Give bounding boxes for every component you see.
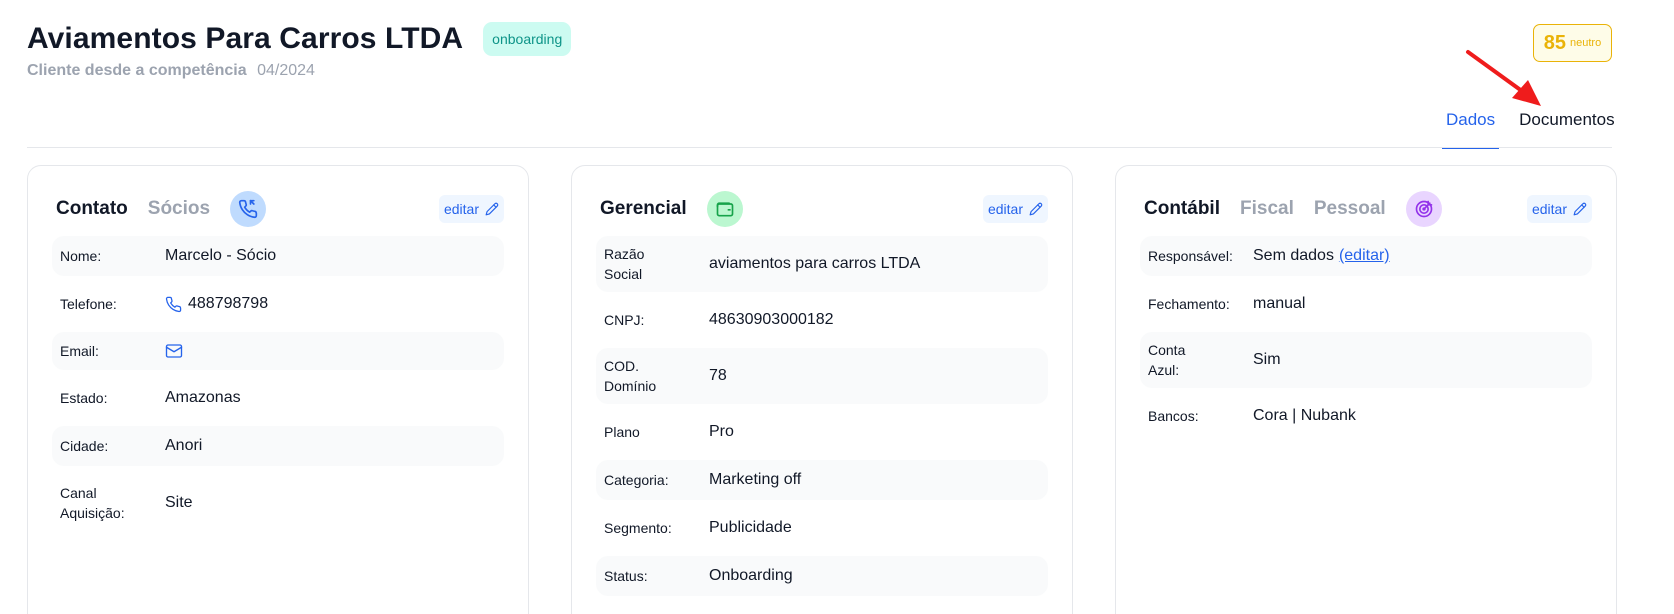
- row-label: Conta Azul:: [1148, 342, 1186, 378]
- contabil-card: Contábil Fiscal Pessoal editar Responsáv…: [1115, 165, 1617, 614]
- row-label: Telefone:: [60, 296, 117, 312]
- row-label: Segmento:: [604, 520, 672, 536]
- tabs-divider: [27, 147, 1612, 148]
- client-since-label: Cliente desde a competência: [27, 62, 247, 79]
- tab-socios[interactable]: Sócios: [148, 198, 210, 220]
- list-item: Status: Onboarding: [596, 556, 1048, 596]
- page-tabs: Dados Documentos: [1442, 100, 1619, 149]
- list-item: Plano Pro: [596, 404, 1048, 460]
- tab-contabil[interactable]: Contábil: [1144, 198, 1220, 220]
- row-label: Razão Social: [604, 246, 645, 282]
- list-item: Razão Social aviamentos para carros LTDA: [596, 236, 1048, 292]
- row-label: Nome:: [60, 248, 102, 264]
- row-label: Canal Aquisição:: [60, 485, 125, 521]
- tab-contato[interactable]: Contato: [56, 198, 128, 220]
- tab-pessoal[interactable]: Pessoal: [1314, 198, 1386, 220]
- target-icon: [1405, 191, 1442, 227]
- row-label: Bancos:: [1148, 408, 1199, 424]
- page-title: Aviamentos Para Carros LTDA: [27, 22, 464, 55]
- tab-dados[interactable]: Dados: [1442, 100, 1500, 149]
- contato-rows: Nome: Marcelo - Sócio Telefone: 48879879…: [52, 236, 504, 540]
- responsavel-value: Sem dados: [1253, 247, 1334, 264]
- score-label: neutro: [1570, 37, 1602, 49]
- edit-label: editar: [987, 201, 1023, 217]
- pencil-icon: [1573, 202, 1587, 216]
- list-item: Canal Aquisição: Site: [52, 466, 504, 540]
- page-header: Aviamentos Para Carros LTDA onboarding C…: [27, 22, 572, 80]
- edit-button[interactable]: editar: [1526, 195, 1592, 223]
- row-value: Anori: [165, 437, 203, 454]
- row-label: COD. Domínio: [604, 358, 657, 394]
- row-label: Fechamento:: [1148, 296, 1230, 312]
- row-value: Sem dados (editar): [1253, 247, 1390, 265]
- list-item: Nome: Marcelo - Sócio: [52, 236, 504, 276]
- list-item: Cidade: Anori: [52, 426, 504, 466]
- phone-value: 488798798: [188, 295, 269, 312]
- row-value: Onboarding: [709, 567, 793, 584]
- list-item: Bancos: Cora | Nubank: [1140, 388, 1592, 444]
- edit-responsavel-link[interactable]: (editar): [1339, 247, 1390, 265]
- score-badge[interactable]: 85 neutro: [1533, 24, 1612, 62]
- tab-fiscal[interactable]: Fiscal: [1240, 198, 1294, 220]
- row-label: Categoria:: [604, 472, 669, 488]
- score-value: 85: [1543, 31, 1567, 54]
- row-value: Publicidade: [709, 519, 792, 536]
- list-item: Segmento: Publicidade: [596, 500, 1048, 556]
- row-value: 48630903000182: [709, 311, 834, 328]
- contato-card: Contato Sócios editar Nome: Marcelo - Só…: [27, 165, 529, 614]
- wallet-icon: [706, 191, 743, 227]
- row-value: Marketing off: [709, 471, 802, 488]
- list-item: Telefone: 488798798: [52, 276, 504, 332]
- client-since: Cliente desde a competência 04/2024: [27, 62, 571, 80]
- row-value: 488798798: [165, 295, 268, 313]
- row-label: Status:: [604, 568, 648, 584]
- client-since-value: 04/2024: [257, 62, 315, 79]
- row-value: Pro: [709, 423, 734, 440]
- row-value: Site: [165, 494, 193, 511]
- row-value: 78: [709, 367, 727, 384]
- status-badge: onboarding: [483, 22, 572, 56]
- list-item: Email:: [52, 332, 504, 370]
- row-label: Estado:: [60, 390, 108, 406]
- edit-label: editar: [1531, 201, 1567, 217]
- list-item: Estado: Amazonas: [52, 370, 504, 426]
- tab-documentos[interactable]: Documentos: [1515, 100, 1618, 149]
- tab-gerencial[interactable]: Gerencial: [600, 198, 687, 220]
- row-label: CNPJ:: [604, 312, 645, 328]
- pencil-icon: [1029, 202, 1043, 216]
- row-value: Marcelo - Sócio: [165, 247, 277, 264]
- row-value: manual: [1253, 295, 1306, 312]
- row-label: Cidade:: [60, 438, 109, 454]
- gerencial-rows: Razão Social aviamentos para carros LTDA…: [596, 236, 1048, 596]
- row-label: Email:: [60, 343, 99, 359]
- mail-icon[interactable]: [165, 342, 183, 360]
- list-item: Categoria: Marketing off: [596, 460, 1048, 500]
- edit-button[interactable]: editar: [982, 195, 1048, 223]
- row-value: [165, 342, 189, 360]
- list-item: Responsável: Sem dados (editar): [1140, 236, 1592, 276]
- edit-label: editar: [443, 201, 479, 217]
- row-value: Amazonas: [165, 389, 241, 406]
- list-item: Fechamento: manual: [1140, 276, 1592, 332]
- gerencial-card: Gerencial editar Razão Social aviamentos…: [571, 165, 1073, 614]
- row-value: Cora | Nubank: [1253, 407, 1356, 424]
- row-label: Responsável:: [1148, 248, 1233, 264]
- row-value: aviamentos para carros LTDA: [709, 255, 921, 272]
- row-label: Plano: [604, 424, 640, 440]
- list-item: CNPJ: 48630903000182: [596, 292, 1048, 348]
- list-item: Conta Azul: Sim: [1140, 332, 1592, 388]
- row-value: Sim: [1253, 351, 1281, 368]
- contabil-rows: Responsável: Sem dados (editar) Fechamen…: [1140, 236, 1592, 444]
- list-item: COD. Domínio 78: [596, 348, 1048, 404]
- pencil-icon: [485, 202, 499, 216]
- edit-button[interactable]: editar: [438, 195, 504, 223]
- phone-icon: [165, 296, 182, 312]
- phone-icon: [230, 191, 267, 227]
